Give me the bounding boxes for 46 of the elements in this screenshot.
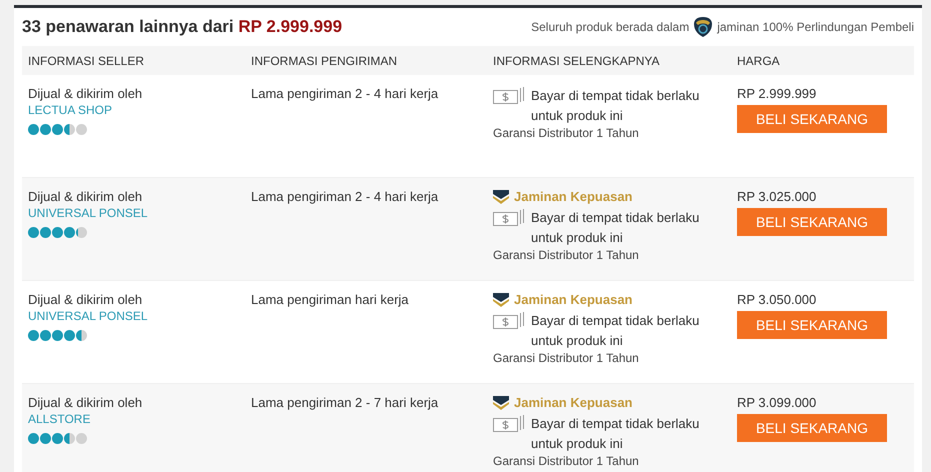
- offers-title: 33 penawaran lainnya dari RP 2.999.999: [22, 17, 342, 37]
- seller-link[interactable]: ALLSTORE: [28, 412, 90, 426]
- price: RP 2.999.999: [737, 86, 816, 101]
- column-header: HARGA: [737, 54, 781, 68]
- cod-note: Bayar di tempat tidak berlaku untuk produk ini: [531, 312, 700, 350]
- column-header: INFORMASI PENGIRIMAN: [251, 54, 398, 68]
- shipping-info: Lama pengiriman 2 - 4 hari kerja: [251, 189, 440, 206]
- price: RP 3.025.000: [737, 189, 816, 204]
- seller-label: Dijual & dikirim oleh: [28, 189, 142, 204]
- cash-icon: [493, 87, 525, 104]
- column-header: INFORMASI SELLER: [28, 54, 146, 68]
- buy-now-button[interactable]: BELI SEKARANG: [737, 105, 887, 133]
- seller-link[interactable]: UNIVERSAL PONSEL: [28, 206, 148, 220]
- shipping-info: Lama pengiriman 2 - 4 hari kerja: [251, 86, 440, 103]
- cash-icon: [493, 209, 525, 226]
- cash-icon: [493, 415, 525, 432]
- buy-now-button[interactable]: BELI SEKARANG: [737, 414, 887, 442]
- chevron-badge-icon: [493, 190, 509, 204]
- guarantee-label: Jaminan Kepuasan: [514, 292, 632, 307]
- column-header: INFORMASI SELENGKAPNYA: [493, 54, 660, 68]
- guarantee-label: Jaminan Kepuasan: [514, 395, 632, 410]
- seller-label: Dijual & dikirim oleh: [28, 86, 142, 101]
- guarantee-label: Jaminan Kepuasan: [514, 189, 632, 204]
- chevron-badge-icon: [493, 292, 509, 306]
- cash-icon: [493, 312, 525, 329]
- warranty-text: Garansi Distributor 1 Tahun: [493, 351, 639, 365]
- warranty-text: Garansi Distributor 1 Tahun: [493, 248, 639, 262]
- cod-note: Bayar di tempat tidak berlaku untuk produk ini: [531, 209, 700, 247]
- seller-link[interactable]: LECTUA SHOP: [28, 103, 112, 117]
- cod-note: Bayar di tempat tidak berlaku untuk produk ini: [531, 415, 700, 453]
- cod-note: Bayar di tempat tidak berlaku untuk produk ini: [531, 87, 700, 125]
- warranty-text: Garansi Distributor 1 Tahun: [493, 126, 639, 140]
- shield-icon: [693, 16, 714, 38]
- shipping-info: Lama pengiriman hari kerja: [251, 292, 410, 309]
- buy-now-button[interactable]: BELI SEKARANG: [737, 208, 887, 236]
- shipping-info: Lama pengiriman 2 - 7 hari kerja: [251, 395, 440, 412]
- seller-link[interactable]: UNIVERSAL PONSEL: [28, 309, 148, 323]
- seller-label: Dijual & dikirim oleh: [28, 292, 142, 307]
- price: RP 3.099.000: [737, 395, 816, 410]
- warranty-text: Garansi Distributor 1 Tahun: [493, 454, 639, 468]
- protection-text: jaminan 100% Perlindungan Pembeli: [717, 20, 914, 34]
- price: RP 3.050.000: [737, 292, 816, 307]
- protection-text: Seluruh produk berada dalam: [531, 20, 690, 34]
- chevron-badge-icon: [493, 396, 509, 410]
- seller-label: Dijual & dikirim oleh: [28, 395, 142, 410]
- buy-now-button[interactable]: BELI SEKARANG: [737, 311, 887, 339]
